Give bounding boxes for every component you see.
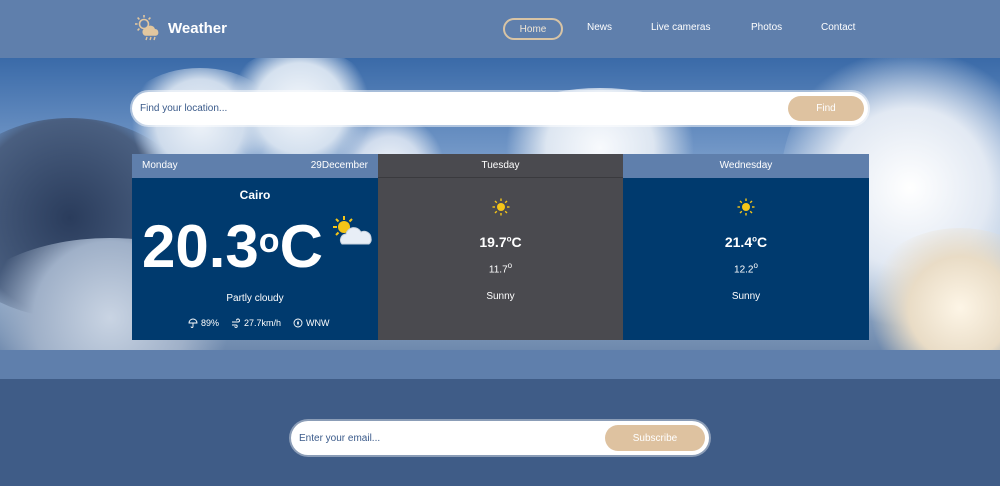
email-input[interactable] [299, 428, 599, 448]
wind-speed-stat: 27.7km/h [231, 318, 281, 328]
wind-direction-stat: WNW [293, 318, 330, 328]
logo[interactable]: Weather [134, 14, 227, 42]
nav-live-cameras[interactable]: Live cameras [651, 18, 710, 40]
subscribe-button[interactable]: Subscribe [605, 425, 705, 451]
degree-symbol: o [258, 222, 280, 260]
wind-direction-value: WNW [306, 318, 330, 328]
compass-icon [293, 318, 303, 328]
today-header: Monday 29December [132, 154, 378, 178]
header: Weather Home News Live cameras Photos Co… [0, 0, 1000, 58]
forecast-table: Monday 29December Cairo 20.3oC Partly cl… [132, 154, 869, 340]
location-search-input[interactable] [140, 98, 780, 119]
forecast-day-wednesday: Wednesday 21.4oC 12.2o Sunny [623, 154, 869, 340]
sun-icon [737, 198, 755, 216]
nav-news[interactable]: News [587, 18, 612, 40]
tuesday-unit: C [511, 234, 522, 250]
forecast-today: Monday 29December Cairo 20.3oC Partly cl… [132, 154, 378, 340]
humidity-value: 89% [201, 318, 220, 328]
sun-cloud-rain-icon [135, 15, 159, 41]
tuesday-day: Tuesday [481, 160, 520, 171]
tuesday-max-value: 19.7 [479, 234, 507, 250]
brand-name: Weather [168, 19, 227, 37]
subscribe-form: Subscribe [291, 421, 709, 455]
umbrella-icon [188, 318, 198, 328]
tuesday-max-temp: 19.7oC [378, 234, 623, 250]
degree-symbol: o [507, 261, 513, 270]
wednesday-header: Wednesday [623, 154, 869, 178]
find-button[interactable]: Find [788, 96, 864, 121]
today-day: Monday [142, 160, 178, 171]
current-temp-value: 20.3 [142, 213, 259, 280]
today-date: 29December [310, 160, 368, 171]
divider-strip [0, 350, 1000, 379]
wednesday-condition: Sunny [731, 291, 761, 302]
today-condition: Partly cloudy [226, 293, 284, 304]
current-temperature: 20.3oC [142, 212, 323, 282]
tuesday-min-temp: 11.7o [378, 261, 623, 275]
nav-home[interactable]: Home [503, 18, 563, 40]
tuesday-header: Tuesday [378, 154, 623, 178]
nav-contact[interactable]: Contact [821, 18, 855, 40]
partly-cloudy-icon [333, 216, 372, 245]
wind-icon [232, 318, 240, 328]
wednesday-min-temp: 12.2o [623, 261, 869, 275]
forecast-day-tuesday: Tuesday 19.7oC 11.7o Sunny [378, 154, 623, 340]
today-stats: 89% 27.7km/h WNW [188, 318, 342, 328]
nav-photos[interactable]: Photos [751, 18, 782, 40]
city-name: Cairo [239, 188, 271, 202]
humidity-stat: 89% [188, 318, 219, 328]
location-search-bar: Find [132, 92, 868, 125]
tuesday-condition: Sunny [486, 291, 515, 302]
tuesday-min-value: 11.7 [488, 264, 508, 276]
wednesday-unit: C [757, 234, 768, 250]
wednesday-day: Wednesday [719, 160, 773, 171]
wednesday-min-value: 12.2 [734, 264, 754, 276]
degree-symbol: o [753, 261, 758, 270]
main-nav: Home News Live cameras Photos Contact [503, 18, 855, 40]
wednesday-max-temp: 21.4oC [623, 234, 869, 250]
wind-speed-value: 27.7km/h [244, 318, 282, 328]
wednesday-max-value: 21.4 [724, 234, 753, 250]
current-temp-unit: C [279, 213, 323, 280]
sun-icon [492, 198, 509, 216]
